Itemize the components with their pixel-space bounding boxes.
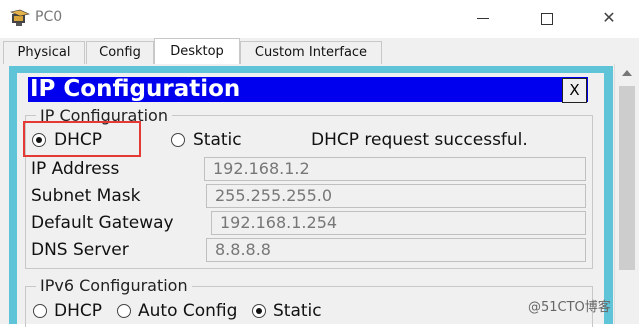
minimize-icon <box>477 18 489 19</box>
ipv6-dhcp-label[interactable]: DHCP <box>54 301 102 321</box>
window-titlebar: PC0 ✕ <box>0 0 639 38</box>
close-window-button[interactable]: ✕ <box>594 6 624 30</box>
close-icon: ✕ <box>602 8 616 27</box>
default-gateway-label: Default Gateway <box>31 213 174 233</box>
ip-config-header: IP Configuration <box>28 76 588 102</box>
minimize-button[interactable] <box>468 6 498 30</box>
pc-app-icon <box>10 9 30 26</box>
ipv6-auto-config-radio[interactable] <box>117 304 131 318</box>
tab-strip: Physical Config Desktop Custom Interface <box>0 38 639 66</box>
tab-custom-interface[interactable]: Custom Interface <box>240 41 382 64</box>
static-radio[interactable] <box>171 133 185 147</box>
dhcp-status-text: DHCP request successful. <box>311 130 528 150</box>
ipv6-static-radio[interactable] <box>252 304 266 318</box>
vertical-scrollbar[interactable] <box>614 64 639 324</box>
ip-config-title: IP Configuration <box>30 76 241 102</box>
maximize-button[interactable] <box>532 6 562 30</box>
subnet-mask-label: Subnet Mask <box>31 186 141 206</box>
ip-address-field[interactable]: 192.168.1.2 <box>204 157 586 181</box>
ip-address-label: IP Address <box>31 159 120 179</box>
scroll-thumb[interactable] <box>619 86 635 270</box>
dns-server-field[interactable]: 8.8.8.8 <box>206 238 586 262</box>
maximize-icon <box>541 12 553 25</box>
ipv6-auto-config-label[interactable]: Auto Config <box>138 301 237 321</box>
tab-desktop[interactable]: Desktop <box>154 38 240 66</box>
window-title: PC0 <box>35 9 63 25</box>
dhcp-highlight-box <box>23 121 141 157</box>
scroll-up-icon[interactable] <box>622 70 632 76</box>
tab-physical[interactable]: Physical <box>3 41 85 64</box>
ipv6-static-label[interactable]: Static <box>273 301 322 321</box>
static-label[interactable]: Static <box>193 130 242 150</box>
ipv6-group-title: IPv6 Configuration <box>36 276 192 295</box>
ip-config-close-button[interactable]: X <box>562 78 587 103</box>
default-gateway-field[interactable]: 192.168.1.254 <box>211 211 586 235</box>
subnet-mask-field[interactable]: 255.255.255.0 <box>206 184 586 208</box>
tab-config[interactable]: Config <box>86 41 154 64</box>
watermark: @51CTO博客 <box>528 300 611 315</box>
ipv6-dhcp-radio[interactable] <box>33 304 47 318</box>
dns-server-label: DNS Server <box>31 240 129 260</box>
